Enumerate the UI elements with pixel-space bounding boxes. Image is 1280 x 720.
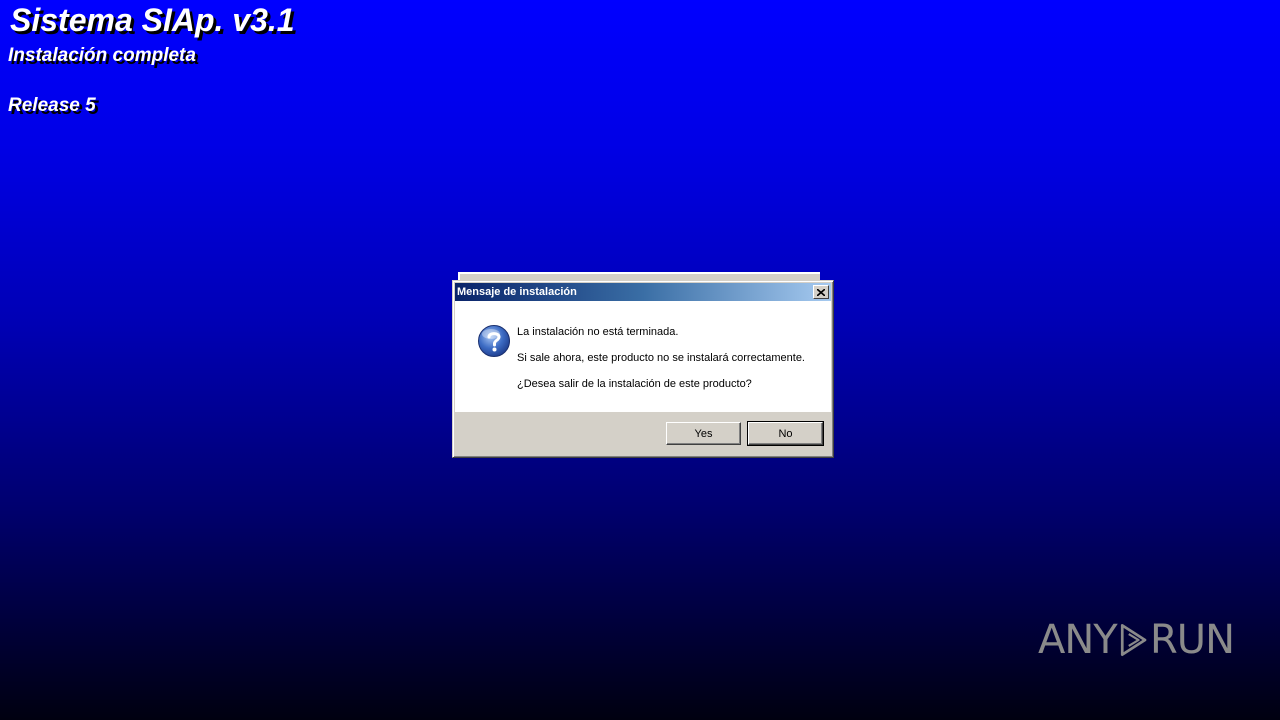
message-line-3: ¿Desea salir de la instalación de este p… bbox=[517, 378, 752, 390]
dialog-title: Mensaje de instalación bbox=[457, 286, 577, 298]
watermark-right-text: RUN bbox=[1150, 617, 1235, 663]
installation-message-dialog: Mensaje de instalación La instalación no… bbox=[452, 280, 834, 458]
dialog-titlebar[interactable]: Mensaje de instalación bbox=[455, 283, 831, 301]
installer-title: Sistema SIAp. v3.1 bbox=[10, 2, 295, 38]
play-triangle-icon bbox=[1120, 624, 1147, 656]
installer-subtitle: Instalación completa bbox=[8, 45, 196, 66]
yes-button[interactable]: Yes bbox=[666, 422, 741, 445]
no-button[interactable]: No bbox=[747, 421, 824, 446]
anyrun-watermark: ANY RUN bbox=[1038, 608, 1235, 672]
installer-release: Release 5 bbox=[8, 95, 96, 116]
close-icon bbox=[817, 288, 825, 296]
watermark-left-text: ANY bbox=[1038, 617, 1118, 663]
message-line-1: La instalación no está terminada. bbox=[517, 326, 679, 338]
question-icon bbox=[478, 325, 510, 357]
dialog-content: La instalación no está terminada. Si sal… bbox=[455, 301, 831, 412]
message-line-2: Si sale ahora, este producto no se insta… bbox=[517, 352, 805, 364]
close-button[interactable] bbox=[813, 285, 829, 299]
